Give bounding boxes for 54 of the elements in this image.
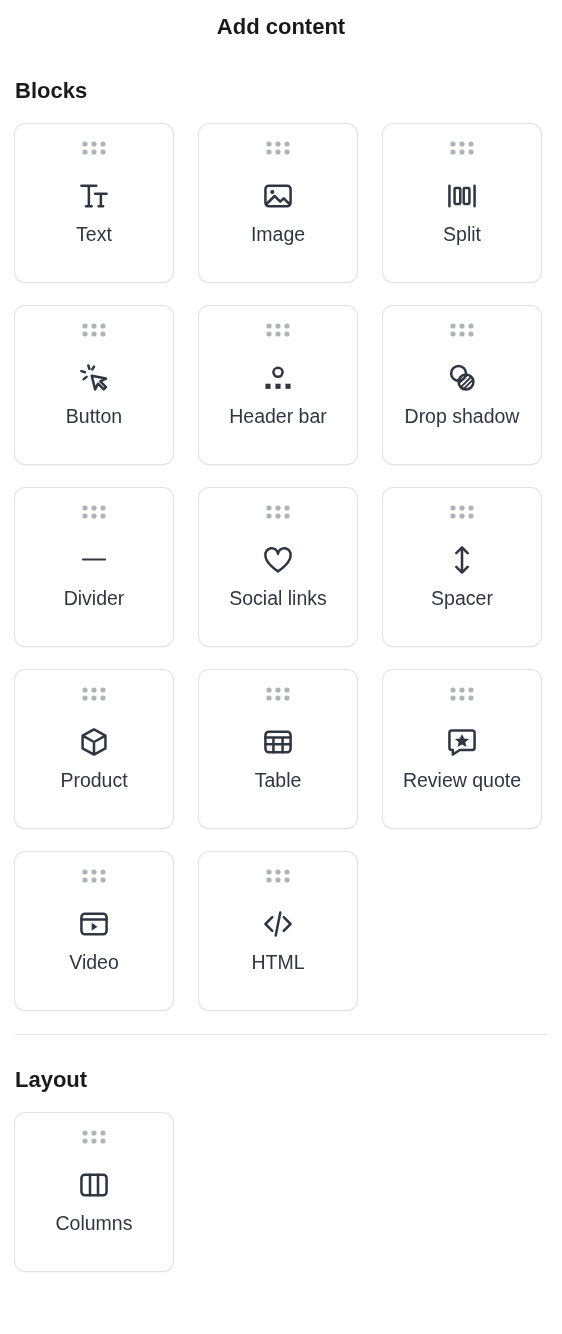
block-label: Review quote <box>402 769 522 792</box>
block-label: HTML <box>251 951 305 974</box>
drag-handle-icon[interactable] <box>449 686 475 702</box>
block-card[interactable]: Divider <box>15 488 173 646</box>
block-label: Text <box>76 223 112 246</box>
block-label: Product <box>60 769 128 792</box>
block-card[interactable]: Social links <box>199 488 357 646</box>
block-card[interactable]: Header bar <box>199 306 357 464</box>
cursor-click-icon <box>78 362 110 394</box>
block-card[interactable]: Image <box>199 124 357 282</box>
speech-bubble-star-icon <box>446 726 478 758</box>
block-card[interactable]: Drop shadow <box>383 306 541 464</box>
drag-handle-icon[interactable] <box>81 322 107 338</box>
drag-handle-icon[interactable] <box>81 140 107 156</box>
block-card[interactable]: Split <box>383 124 541 282</box>
heart-icon <box>262 544 294 576</box>
block-card[interactable]: Columns <box>15 1113 173 1271</box>
drag-handle-icon[interactable] <box>81 504 107 520</box>
block-card[interactable]: Button <box>15 306 173 464</box>
block-card[interactable]: Video <box>15 852 173 1010</box>
cube-icon <box>78 726 110 758</box>
drag-handle-icon[interactable] <box>449 504 475 520</box>
block-card[interactable]: HTML <box>199 852 357 1010</box>
section-heading: Blocks <box>15 78 89 104</box>
block-label: Button <box>65 405 123 428</box>
drag-handle-icon[interactable] <box>265 140 291 156</box>
block-label: Divider <box>63 587 125 610</box>
block-label: Video <box>69 951 119 974</box>
block-label: Image <box>250 223 306 246</box>
block-card[interactable]: Table <box>199 670 357 828</box>
block-card[interactable]: Text <box>15 124 173 282</box>
drag-handle-icon[interactable] <box>265 868 291 884</box>
block-label: Header bar <box>229 405 327 428</box>
drag-handle-icon[interactable] <box>81 868 107 884</box>
drag-handle-icon[interactable] <box>449 140 475 156</box>
panel-title: Add content <box>215 13 347 41</box>
section-heading: Layout <box>15 1067 89 1093</box>
horizontal-line-icon <box>79 558 109 561</box>
drag-handle-icon[interactable] <box>81 686 107 702</box>
code-icon <box>262 908 294 940</box>
block-label: Table <box>254 769 302 792</box>
block-label: Spacer <box>431 587 493 610</box>
block-card[interactable]: Review quote <box>383 670 541 828</box>
drag-handle-icon[interactable] <box>81 1129 107 1145</box>
block-label: Drop shadow <box>404 405 520 428</box>
block-card[interactable]: Product <box>15 670 173 828</box>
block-label: Split <box>443 223 481 246</box>
drag-handle-icon[interactable] <box>449 322 475 338</box>
drag-handle-icon[interactable] <box>265 504 291 520</box>
drag-handle-icon[interactable] <box>265 686 291 702</box>
block-card[interactable]: Spacer <box>383 488 541 646</box>
block-label: Columns <box>55 1212 133 1235</box>
block-label: Social links <box>229 587 327 610</box>
drag-handle-icon[interactable] <box>265 322 291 338</box>
